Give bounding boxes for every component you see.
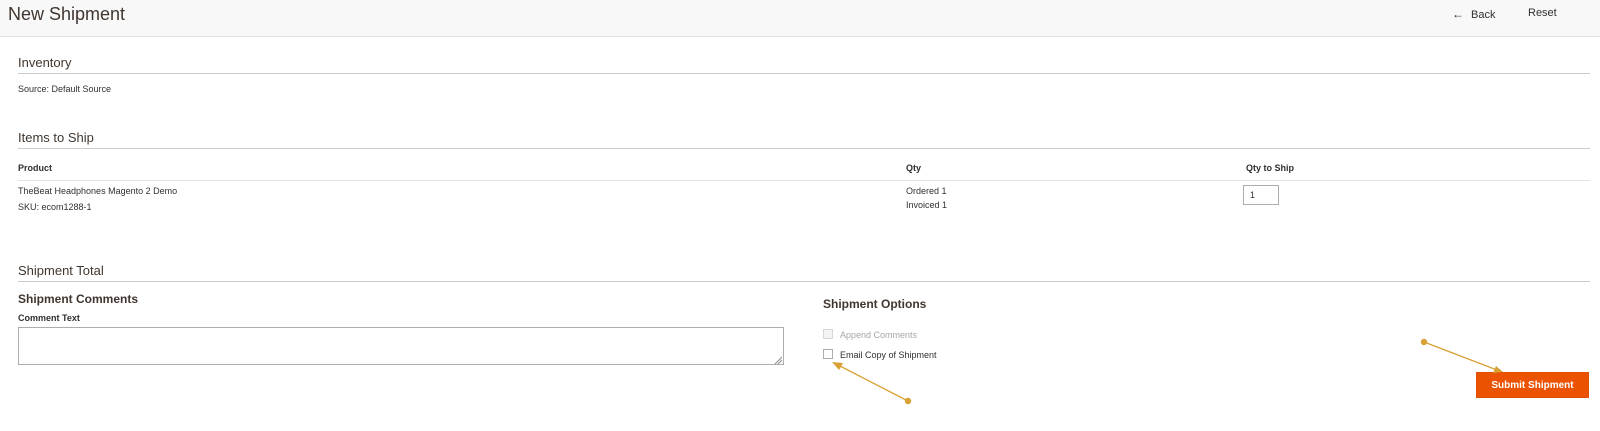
table-header-divider <box>18 180 1590 181</box>
comment-textarea[interactable] <box>18 327 784 365</box>
page-header: New Shipment ← Back Reset <box>0 0 1600 37</box>
submit-shipment-button[interactable]: Submit Shipment <box>1476 372 1589 398</box>
annotation-arrow-submit <box>1420 338 1503 373</box>
shipment-total-section-title: Shipment Total <box>18 263 1590 282</box>
inventory-source: Source: Default Source <box>18 84 112 94</box>
email-copy-label: Email Copy of Shipment <box>840 350 937 360</box>
qty-ordered: Ordered 1 <box>906 186 947 196</box>
email-copy-checkbox[interactable] <box>823 349 833 359</box>
column-header-qty-to-ship: Qty to Ship <box>1246 163 1294 173</box>
shipment-comments-title: Shipment Comments <box>18 292 139 306</box>
back-button[interactable]: ← Back <box>1452 7 1495 21</box>
inventory-section-title: Inventory <box>18 55 1590 74</box>
column-header-qty: Qty <box>906 163 922 173</box>
column-header-product: Product <box>18 163 53 173</box>
annotation-arrow-email <box>832 362 912 405</box>
shipment-options-title: Shipment Options <box>823 297 927 311</box>
append-comments-label: Append Comments <box>840 330 918 340</box>
arrow-left-icon: ← <box>1452 7 1464 21</box>
comment-text-label: Comment Text <box>18 313 80 323</box>
qty-to-ship-input[interactable] <box>1243 185 1279 205</box>
qty-invoiced: Invoiced 1 <box>906 200 948 210</box>
product-name: TheBeat Headphones Magento 2 Demo <box>18 186 178 196</box>
page-title: New Shipment <box>8 4 126 24</box>
resize-grip-icon[interactable] <box>774 356 782 364</box>
reset-button[interactable]: Reset <box>1528 7 1557 19</box>
product-sku: SKU: ecom1288-1 <box>18 202 92 212</box>
items-section-title: Items to Ship <box>18 130 1590 149</box>
back-button-label: Back <box>1471 9 1496 21</box>
append-comments-checkbox[interactable] <box>823 329 833 339</box>
